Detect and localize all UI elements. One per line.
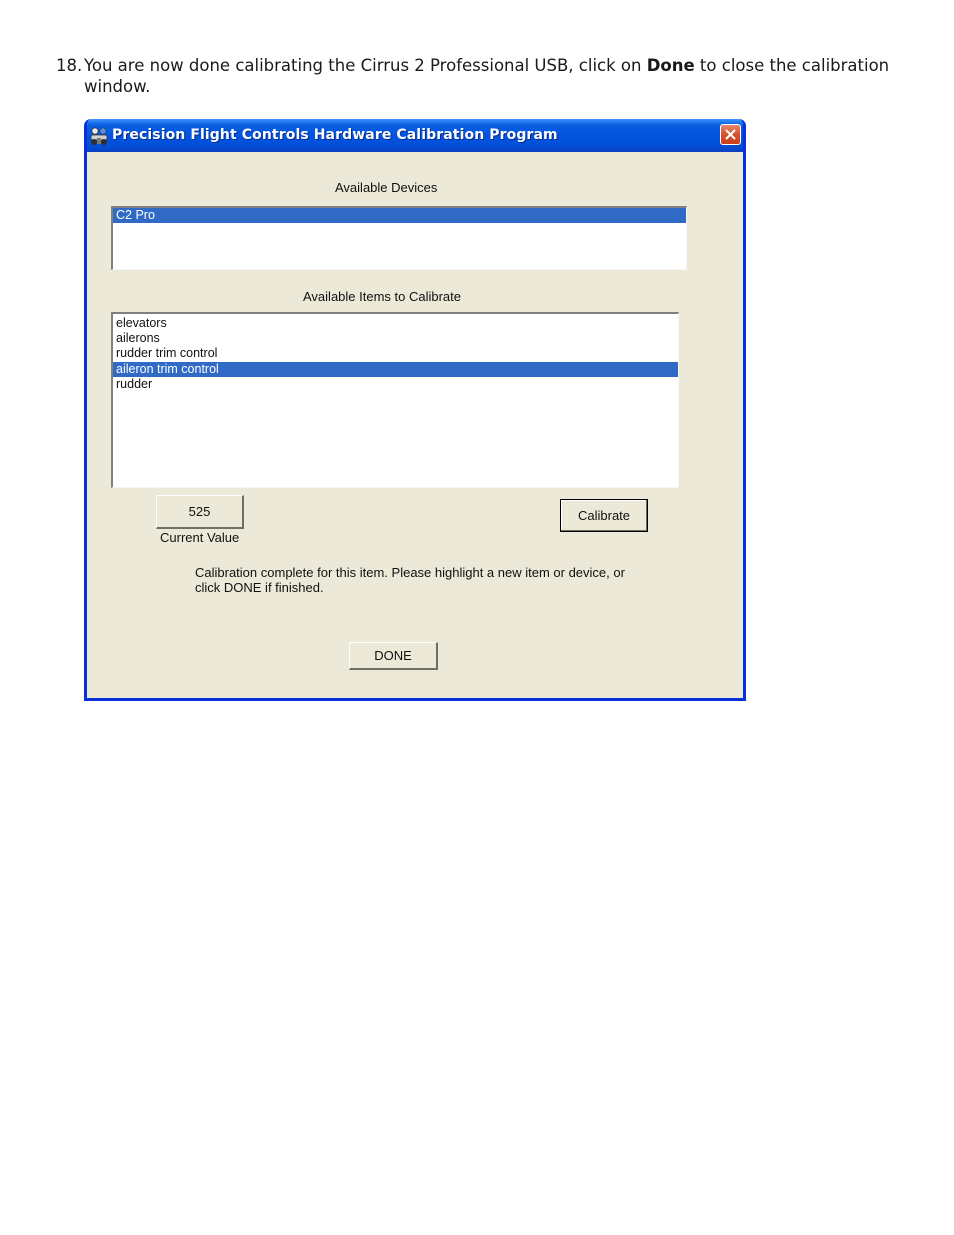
step-text-before: You are now done calibrating the Cirrus … [84, 56, 647, 75]
devices-listbox[interactable]: C2 Pro [111, 206, 687, 270]
close-button[interactable] [720, 124, 741, 145]
device-item-c2-pro[interactable]: C2 Pro [113, 208, 686, 224]
instruction-step: 18. You are now done calibrating the Cir… [56, 55, 906, 97]
done-button[interactable]: DONE [349, 642, 438, 670]
step-number: 18. [56, 56, 83, 75]
calibration-window: Precision Flight Controls Hardware Calib… [84, 119, 746, 701]
list-item-elevators[interactable]: elevators [113, 316, 678, 331]
status-message: Calibration complete for this item. Plea… [195, 565, 625, 595]
available-devices-label: Available Devices [335, 180, 438, 195]
list-item-aileron-trim-control[interactable]: aileron trim control [113, 361, 678, 377]
step-text: You are now done calibrating the Cirrus … [56, 55, 906, 97]
title-bar[interactable]: Precision Flight Controls Hardware Calib… [87, 119, 743, 152]
window-title: Precision Flight Controls Hardware Calib… [112, 127, 558, 143]
list-item-rudder[interactable]: rudder [113, 377, 678, 392]
available-items-label: Available Items to Calibrate [303, 289, 462, 304]
step-bold-word: Done [646, 56, 695, 75]
pfc-app-icon [90, 127, 108, 145]
calibrate-items-listbox[interactable]: elevators ailerons rudder trim control a… [111, 312, 679, 488]
close-icon [725, 129, 736, 140]
list-item-ailerons[interactable]: ailerons [113, 331, 678, 346]
calibrate-button[interactable]: Calibrate [560, 499, 648, 532]
current-value-display: 525 [156, 495, 244, 529]
list-item-rudder-trim-control[interactable]: rudder trim control [113, 346, 678, 361]
current-value-label: Current Value [160, 530, 240, 545]
